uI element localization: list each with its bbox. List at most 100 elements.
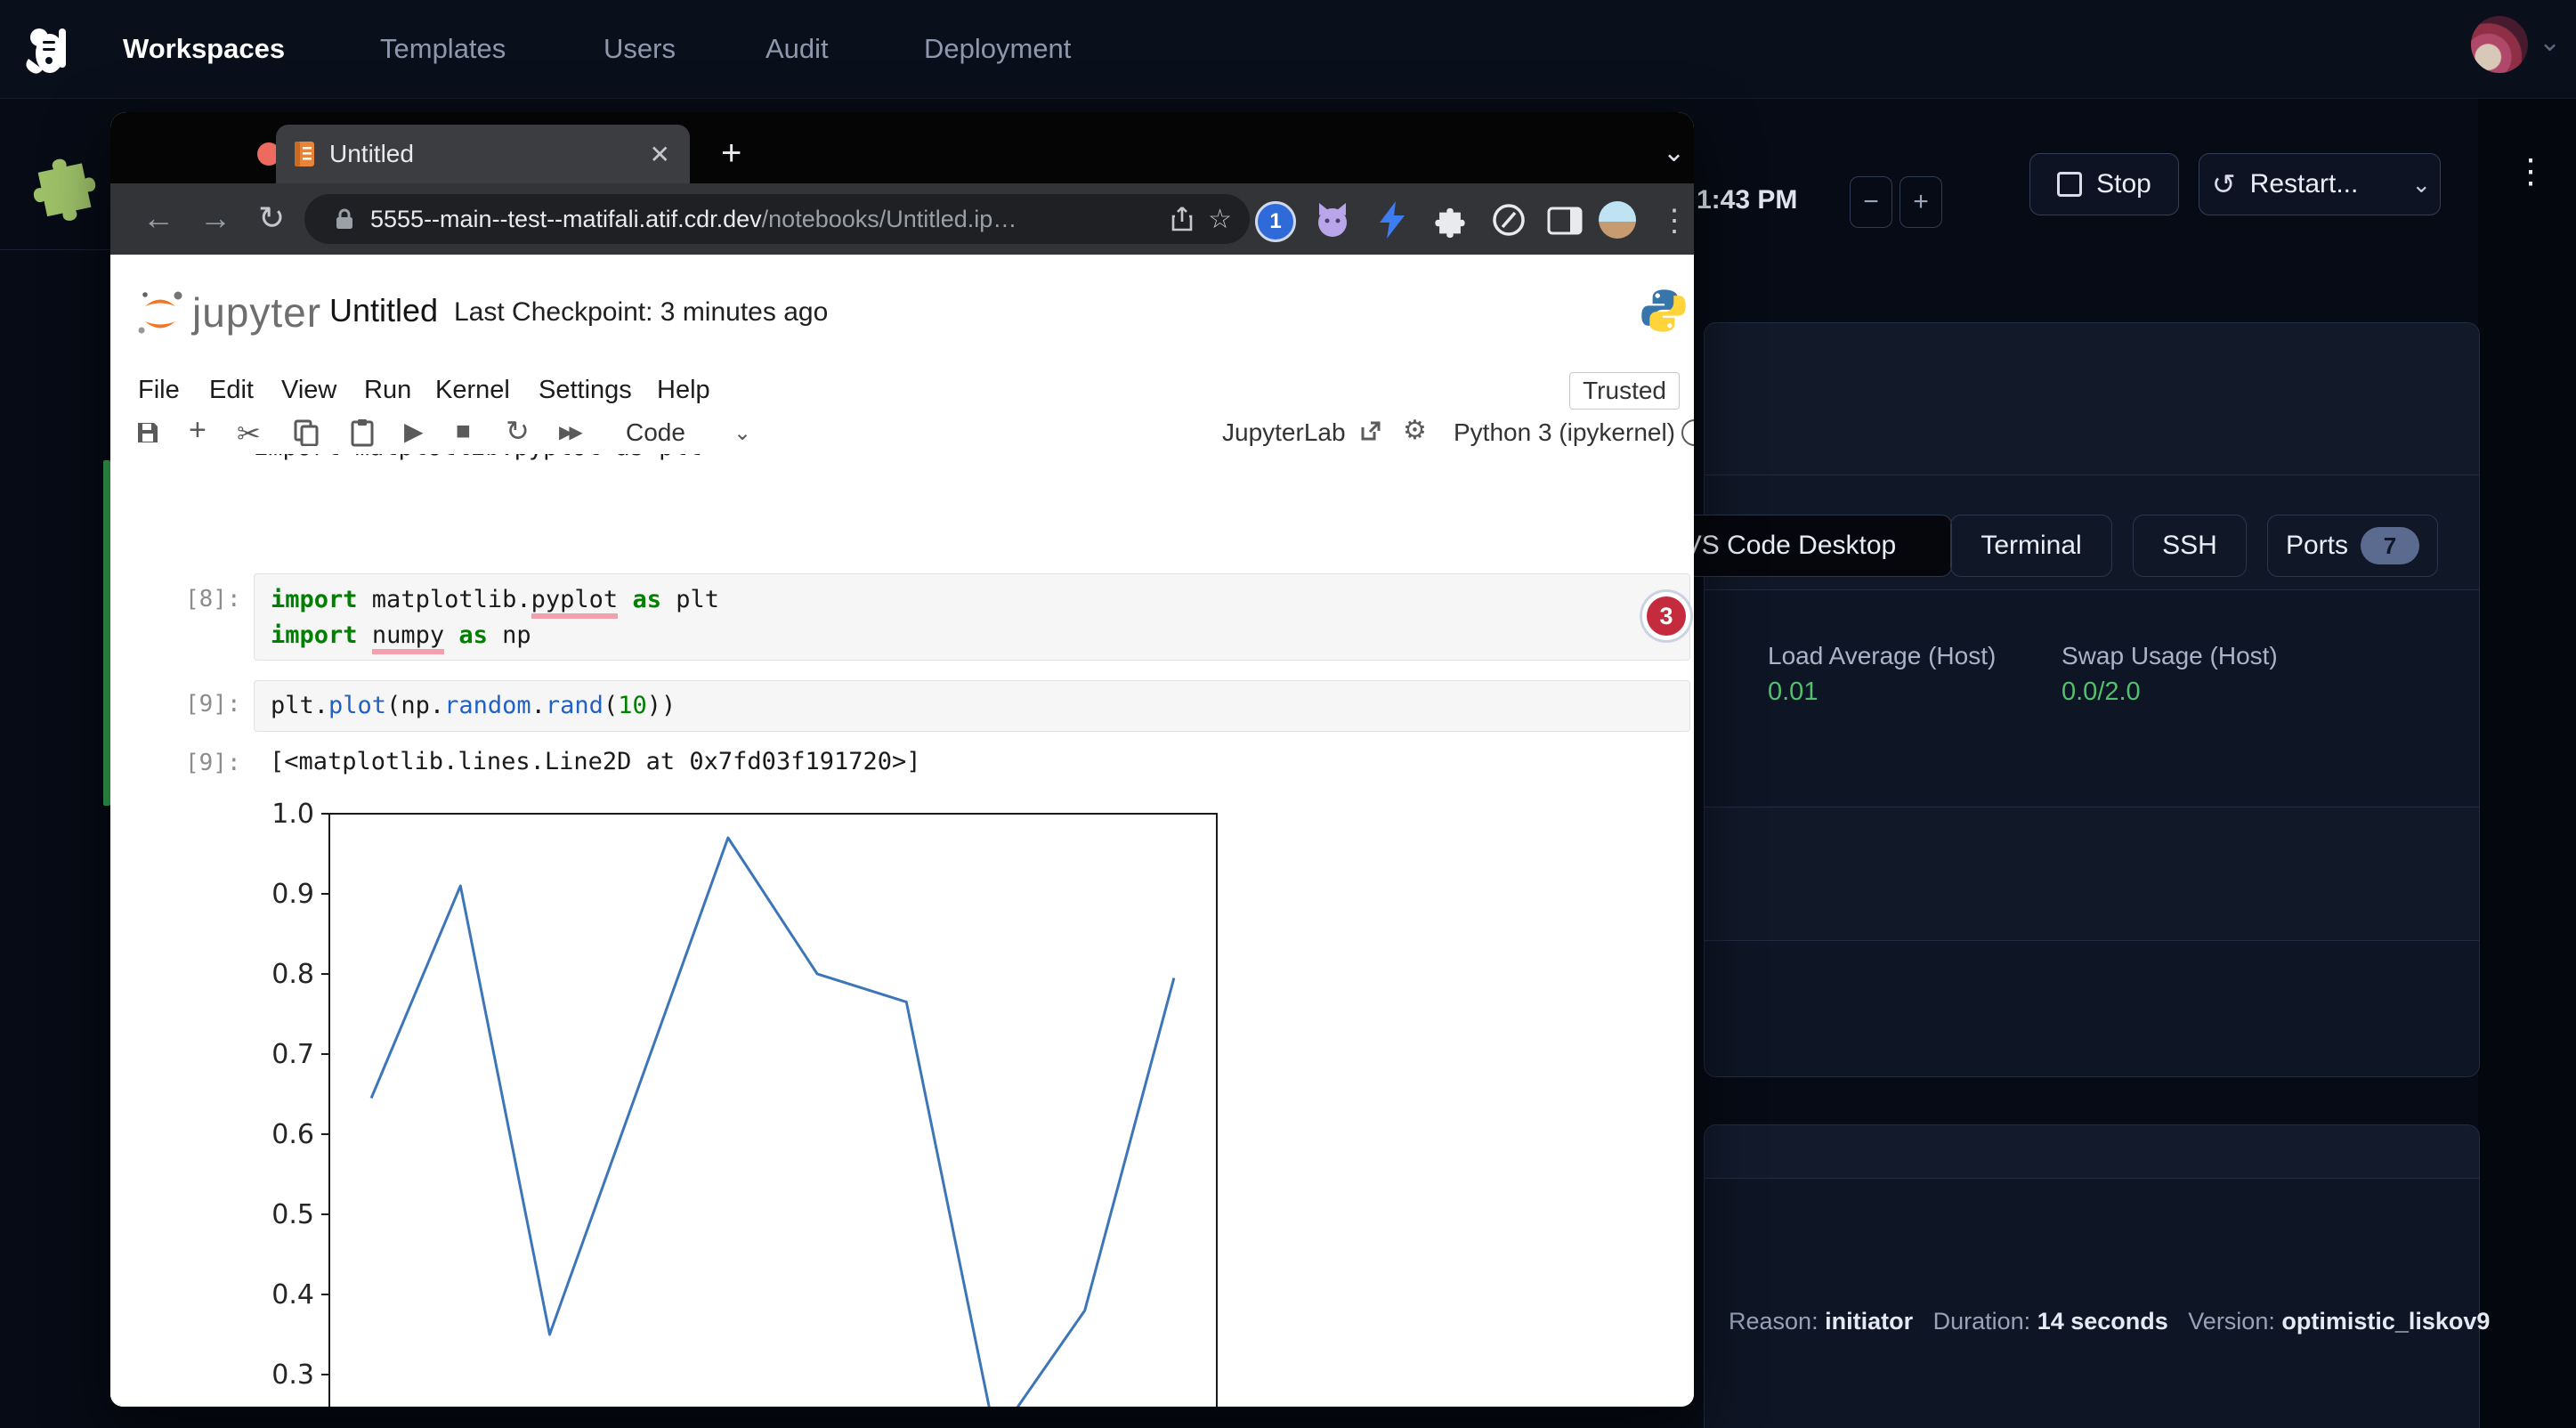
reason-label: Reason:: [1729, 1308, 1819, 1335]
svg-text:0.9: 0.9: [271, 879, 314, 910]
restart-icon: ↺: [2212, 167, 2236, 201]
build-panel-header: [1705, 1125, 2479, 1179]
run-cell-icon[interactable]: ▶: [404, 417, 424, 446]
browser-tab-untitled[interactable]: Untitled ✕: [276, 125, 690, 183]
interrupt-kernel-icon[interactable]: ■: [456, 417, 471, 445]
copy-cell-icon[interactable]: [294, 419, 319, 446]
cut-cell-icon[interactable]: ✂: [237, 417, 261, 450]
url-text: 5555--main--test--matifali.atif.cdr.dev/…: [370, 206, 1017, 233]
svg-text:0.4: 0.4: [271, 1279, 314, 1310]
cell-type-select[interactable]: Code: [626, 418, 685, 447]
load-average-label: Load Average (Host): [1768, 642, 1996, 670]
lightning-extension-icon[interactable]: [1376, 201, 1408, 239]
ports-button[interactable]: Ports 7: [2267, 515, 2438, 577]
paste-cell-icon[interactable]: [351, 418, 374, 447]
extensions-puzzle-icon[interactable]: [1431, 201, 1469, 239]
cell-type-chevron-icon[interactable]: ⌄: [733, 420, 751, 446]
new-tab-button[interactable]: +: [721, 135, 741, 171]
menu-view[interactable]: View: [281, 376, 336, 405]
menu-settings[interactable]: Settings: [539, 376, 632, 405]
svg-text:1.0: 1.0: [271, 799, 314, 830]
workspace-status-green-bar: [103, 460, 110, 806]
workspace-kebab-menu[interactable]: ⋮: [2514, 151, 2548, 191]
terminal-button[interactable]: Terminal: [1950, 515, 2112, 577]
ssh-button[interactable]: SSH: [2133, 515, 2247, 577]
user-menu-chevron-icon[interactable]: ⌄: [2539, 27, 2561, 58]
browser-window: Untitled ✕ + ⌄ ← → ↻ 5555--main--test--m…: [110, 112, 1694, 1407]
panel-divider: [1705, 940, 2479, 941]
build-history-panel: Reason: initiator Duration: 14 seconds V…: [1704, 1124, 2480, 1428]
jupyter-toolbar: + ✂ ▶ ■ ↻ ▶▶ Code ⌄ JupyterLab ⚙ Python …: [110, 411, 1694, 455]
top-nav: Workspaces Templates Users Audit Deploym…: [0, 0, 2576, 99]
jupyter-logo: [134, 287, 187, 340]
puzzle-extension-icon[interactable]: [25, 142, 101, 224]
restart-label: Restart...: [2250, 169, 2359, 199]
restart-options-chevron-icon[interactable]: ⌄: [2399, 171, 2443, 199]
swap-usage-label: Swap Usage (Host): [2062, 642, 2278, 670]
duration-value: 14 seconds: [2037, 1308, 2168, 1335]
notebook-title[interactable]: Untitled: [329, 292, 438, 329]
back-button[interactable]: ←: [142, 199, 174, 237]
jupyterlab-link[interactable]: JupyterLab: [1222, 418, 1346, 447]
url-host: 5555--main--test--matifali.atif.cdr.dev: [370, 206, 762, 232]
grammar-extension-icon[interactable]: [1490, 201, 1527, 239]
menu-help[interactable]: Help: [657, 376, 710, 405]
last-checkpoint-text: Last Checkpoint: 3 minutes ago: [454, 297, 828, 328]
add-cell-icon[interactable]: +: [189, 413, 207, 448]
zoom-out-button[interactable]: −: [1850, 176, 1892, 228]
svg-text:0.8: 0.8: [271, 959, 314, 990]
stop-workspace-button[interactable]: Stop: [2029, 153, 2179, 215]
svg-text:0.6: 0.6: [271, 1119, 314, 1150]
tab-close-icon[interactable]: ✕: [650, 140, 670, 169]
password-manager-extension-icon[interactable]: 1: [1255, 201, 1296, 242]
reason-value: initiator: [1825, 1308, 1913, 1335]
zoom-in-button[interactable]: +: [1900, 176, 1942, 228]
user-avatar[interactable]: [2471, 16, 2528, 73]
cell8-input[interactable]: import matplotlib.pyplot as plt import n…: [254, 573, 1690, 661]
external-link-icon[interactable]: [1360, 420, 1381, 442]
browser-profile-avatar[interactable]: [1599, 201, 1636, 239]
cat-extension-icon[interactable]: [1314, 201, 1351, 239]
svg-text:0.3: 0.3: [271, 1359, 314, 1391]
restart-run-all-icon[interactable]: ▶▶: [559, 421, 579, 443]
workspace-resources-panel: VS Code Desktop Terminal SSH Ports 7 Loa…: [1704, 322, 2480, 1077]
duration-label: Duration:: [1933, 1308, 2031, 1335]
jupyter-header: jupyter Untitled Last Checkpoint: 3 minu…: [110, 255, 1694, 373]
notification-badge[interactable]: 3: [1647, 596, 1686, 636]
menu-file[interactable]: File: [138, 376, 180, 405]
nav-item-audit[interactable]: Audit: [766, 0, 829, 98]
menu-edit[interactable]: Edit: [209, 376, 254, 405]
reload-button[interactable]: ↻: [258, 199, 285, 237]
tab-search-chevron-icon[interactable]: ⌄: [1663, 137, 1685, 168]
address-bar[interactable]: 5555--main--test--matifali.atif.cdr.dev/…: [304, 194, 1250, 244]
left-strip-divider: [0, 249, 110, 250]
trusted-button[interactable]: Trusted: [1569, 372, 1680, 410]
cell9-input[interactable]: plt.plot(np.random.rand(10)): [254, 680, 1690, 732]
kernel-name[interactable]: Python 3 (ipykernel): [1454, 418, 1675, 447]
output9-prompt: [9]:: [185, 750, 241, 776]
side-panel-icon[interactable]: [1547, 207, 1583, 235]
svg-text:0.7: 0.7: [271, 1039, 314, 1070]
share-icon[interactable]: [1171, 206, 1194, 232]
bookmark-star-icon[interactable]: ☆: [1208, 204, 1232, 235]
nav-item-workspaces[interactable]: Workspaces: [123, 0, 285, 98]
browser-toolbar: ← → ↻ 5555--main--test--matifali.atif.cd…: [110, 183, 1694, 255]
nav-item-templates[interactable]: Templates: [380, 0, 506, 98]
jupyter-brand-text: jupyter: [192, 288, 321, 337]
browser-kebab-menu[interactable]: ⋮: [1659, 203, 1689, 239]
browser-tab-strip: Untitled ✕ + ⌄: [110, 112, 1694, 183]
debugger-icon[interactable]: ⚙: [1403, 415, 1427, 446]
restart-workspace-button[interactable]: ↺ Restart... ⌄: [2199, 153, 2441, 215]
panel-section-extra: [1705, 807, 2479, 940]
coder-logo-icon[interactable]: [20, 20, 77, 78]
menu-run[interactable]: Run: [364, 376, 411, 405]
forward-button[interactable]: →: [199, 199, 231, 237]
version-label: Version:: [2188, 1308, 2275, 1335]
nav-item-users[interactable]: Users: [603, 0, 676, 98]
nav-item-deployment[interactable]: Deployment: [924, 0, 1071, 98]
menu-kernel[interactable]: Kernel: [435, 376, 510, 405]
restart-kernel-icon[interactable]: ↻: [506, 414, 530, 448]
save-icon[interactable]: [135, 420, 160, 445]
stop-icon: [2057, 172, 2082, 197]
lock-icon: [335, 207, 354, 231]
